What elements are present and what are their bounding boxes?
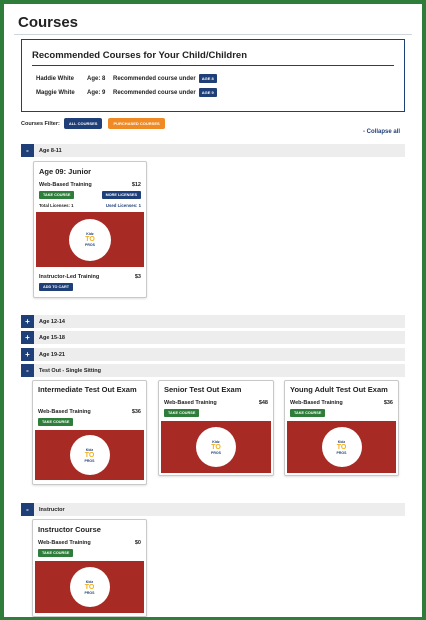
section-label: Instructor	[39, 506, 65, 513]
course-logo: Kidz TO PROS	[321, 427, 362, 467]
take-course-button[interactable]: TAKE COURSE	[39, 191, 75, 199]
age-badge[interactable]: AGE 8	[198, 74, 217, 83]
course-image: Kidz TO PROS	[287, 421, 396, 473]
section-test-out[interactable]: - Test Out - Single Sitting	[21, 364, 405, 377]
course-card-intermediate-test-out: Intermediate Test Out Exam Web-Based Tra…	[32, 380, 147, 485]
section-label: Age 15-18	[39, 334, 65, 341]
expand-toggle-icon[interactable]: +	[21, 315, 34, 328]
age-badge[interactable]: AGE 9	[198, 88, 217, 97]
web-based-label: Web-Based Training	[38, 409, 91, 415]
web-based-label: Web-Based Training	[39, 182, 92, 188]
recommended-title: Recommended Courses for Your Child/Child…	[32, 50, 248, 61]
collapse-toggle-icon[interactable]: -	[21, 503, 34, 516]
section-age-15-18[interactable]: + Age 15-18	[21, 331, 405, 344]
title-divider	[14, 34, 412, 35]
child-name: Haddie White	[36, 75, 75, 82]
section-label: Age 8-11	[39, 147, 62, 154]
web-based-label: Web-Based Training	[164, 400, 217, 406]
course-image: Kidz TO PROS	[35, 430, 144, 480]
child-age: Age: 8	[87, 75, 106, 82]
course-card-young-adult-test-out: Young Adult Test Out Exam Web-Based Trai…	[284, 380, 399, 476]
page-frame: Courses Recommended Courses for Your Chi…	[0, 0, 426, 620]
page-title: Courses	[18, 14, 79, 31]
course-logo: Kidz TO PROS	[69, 218, 111, 261]
course-image: Kidz TO PROS	[161, 421, 271, 473]
child-recommendation-row: Maggie White Age: 9 Recommended course u…	[36, 88, 217, 97]
web-based-price: $36	[131, 409, 141, 415]
recommendation-text: Recommended course under	[113, 75, 196, 82]
section-label: Age 12-14	[39, 318, 65, 325]
web-based-price: $48	[258, 400, 268, 406]
web-based-label: Web-Based Training	[38, 540, 91, 546]
section-age-8-11[interactable]: - Age 8-11	[21, 144, 405, 157]
collapse-all-link[interactable]: - Collapse all	[363, 129, 400, 135]
course-title: Young Adult Test Out Exam	[290, 385, 388, 394]
recommended-divider	[32, 65, 394, 66]
add-to-cart-button[interactable]: ADD TO CART	[39, 283, 74, 291]
course-image: Kidz TO PROS	[36, 212, 144, 267]
web-based-price: $36	[383, 400, 393, 406]
used-licenses: Used Licenses: 1	[105, 203, 141, 208]
recommended-courses-panel: Recommended Courses for Your Child/Child…	[21, 39, 405, 112]
course-logo: Kidz TO PROS	[69, 435, 110, 475]
child-age: Age: 9	[87, 89, 106, 96]
web-based-label: Web-Based Training	[290, 400, 343, 406]
course-logo: Kidz TO PROS	[196, 427, 236, 467]
more-licenses-button[interactable]: MORE LICENSES	[101, 191, 141, 199]
course-card-junior: Age 09: Junior Web-Based Training $12 TA…	[33, 161, 147, 298]
section-label: Test Out - Single Sitting	[39, 367, 101, 374]
total-licenses: Total Licenses: 1	[39, 203, 74, 208]
section-label: Age 19-21	[39, 351, 65, 358]
collapse-toggle-icon[interactable]: -	[21, 364, 34, 377]
course-card-instructor: Instructor Course Web-Based Training $0 …	[32, 519, 147, 617]
course-title: Intermediate Test Out Exam	[38, 385, 137, 394]
section-instructor[interactable]: - Instructor	[21, 503, 405, 516]
take-course-button[interactable]: TAKE COURSE	[38, 549, 74, 557]
take-course-button[interactable]: TAKE COURSE	[164, 409, 200, 417]
course-image: Kidz TO PROS	[35, 561, 144, 613]
web-based-price: $12	[131, 182, 141, 188]
collapse-toggle-icon[interactable]: -	[21, 144, 34, 157]
course-card-senior-test-out: Senior Test Out Exam Web-Based Training …	[158, 380, 274, 476]
expand-toggle-icon[interactable]: +	[21, 348, 34, 361]
course-title: Age 09: Junior	[39, 167, 92, 176]
all-courses-button[interactable]: ALL COURSES	[63, 118, 103, 129]
courses-filter: Courses Filter: ALL COURSES PURCHASED CO…	[21, 118, 165, 129]
take-course-button[interactable]: TAKE COURSE	[290, 409, 326, 417]
expand-toggle-icon[interactable]: +	[21, 331, 34, 344]
course-title: Senior Test Out Exam	[164, 385, 242, 394]
purchased-courses-button[interactable]: PURCHASED COURSES	[108, 118, 165, 129]
course-logo: Kidz TO PROS	[69, 567, 110, 607]
course-title: Instructor Course	[38, 525, 101, 534]
child-name: Maggie White	[36, 89, 75, 96]
filter-label: Courses Filter:	[21, 120, 60, 127]
section-age-19-21[interactable]: + Age 19-21	[21, 348, 405, 361]
instructor-led-price: $3	[134, 274, 141, 280]
web-based-price: $0	[134, 540, 141, 546]
recommendation-text: Recommended course under	[113, 89, 196, 96]
take-course-button[interactable]: TAKE COURSE	[38, 418, 74, 426]
section-age-12-14[interactable]: + Age 12-14	[21, 315, 405, 328]
instructor-led-label: Instructor-Led Training	[39, 274, 100, 280]
child-recommendation-row: Haddie White Age: 8 Recommended course u…	[36, 74, 217, 83]
